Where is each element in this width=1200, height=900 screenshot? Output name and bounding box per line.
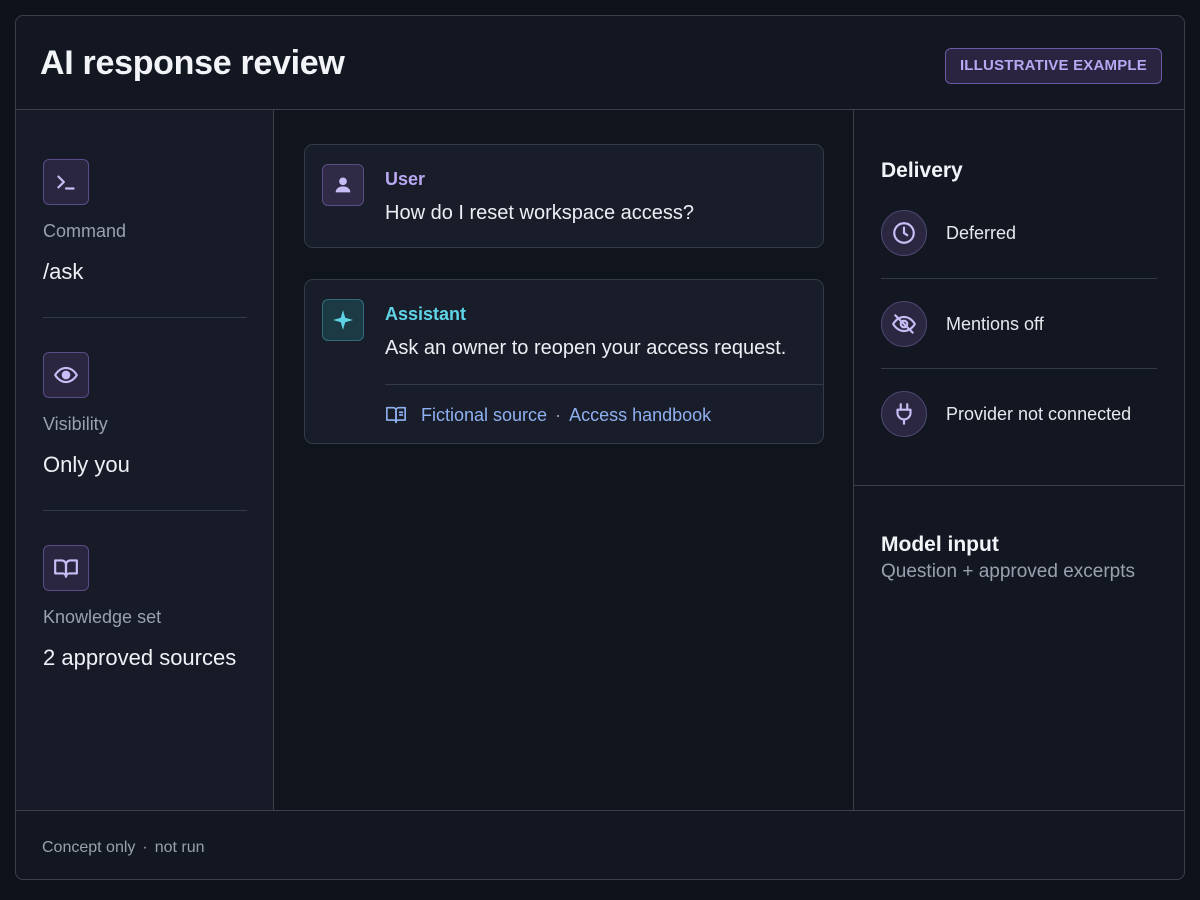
assistant-message: Ask an owner to reopen your access reque… [385,337,787,359]
page-title: AI response review [40,44,345,82]
source-type: Fictional source [421,404,548,425]
clock-icon [881,210,927,256]
book-source-icon [385,404,407,426]
footer-not-run: not run [154,839,205,856]
model-input-value: Question + approved excerpts [881,561,1136,582]
divider [854,485,1184,486]
divider [881,368,1157,369]
conversation-panel: User How do I reset workspace access? As… [274,110,854,810]
command-setting: Command /ask [43,159,247,285]
user-role-label: User [385,169,426,189]
plug-icon [881,391,927,437]
divider [43,317,247,318]
delivery-panel: Delivery Deferred Mentions off Provider … [854,110,1184,810]
visibility-setting: Visibility Only you [43,352,247,478]
knowledge-label: Knowledge set [43,607,162,627]
user-message: How do I reset workspace access? [385,202,695,224]
provider-label: Provider not connected [946,403,1132,424]
terminal-icon [43,159,89,205]
divider [385,384,823,385]
sparkle-icon [322,299,364,341]
delivery-item-deferred: Deferred [881,209,1157,257]
delivery-title: Delivery [881,159,963,182]
user-message-card: User How do I reset workspace access? [304,144,824,248]
app-frame: AI response review ILLUSTRATIVE EXAMPLE … [15,15,1185,880]
illustrative-badge: ILLUSTRATIVE EXAMPLE [944,48,1162,84]
eye-off-icon [881,301,927,347]
footer: Concept only · not run [16,810,1184,879]
book-icon [43,545,89,591]
source-link[interactable]: Access handbook [569,405,711,426]
command-label: Command [43,221,127,241]
user-avatar-icon [322,164,364,206]
settings-panel: Command /ask Visibility Only you Knowled… [16,110,274,810]
model-input-title: Model input [881,533,999,556]
footer-concept: Concept only [42,839,136,856]
mentions-label: Mentions off [946,313,1044,334]
command-value: /ask [43,259,84,284]
source-separator: · [555,404,562,425]
delivery-item-provider: Provider not connected [881,390,1157,438]
visibility-value: Only you [43,452,130,477]
delivery-item-mentions: Mentions off [881,300,1157,348]
footer-status: Concept only · not run [42,839,205,857]
deferred-label: Deferred [946,222,1017,243]
footer-separator: · [142,839,148,856]
visibility-label: Visibility [43,414,108,434]
divider [43,510,247,511]
knowledge-value: 2 approved sources [43,645,237,670]
knowledge-setting: Knowledge set 2 approved sources [43,545,247,671]
assistant-role-label: Assistant [385,304,467,324]
divider [881,278,1157,279]
assistant-message-card: Assistant Ask an owner to reopen your ac… [304,279,824,444]
header: AI response review ILLUSTRATIVE EXAMPLE [16,16,1184,110]
source-citation[interactable]: Fictional source · Access handbook [385,404,711,426]
eye-icon [43,352,89,398]
